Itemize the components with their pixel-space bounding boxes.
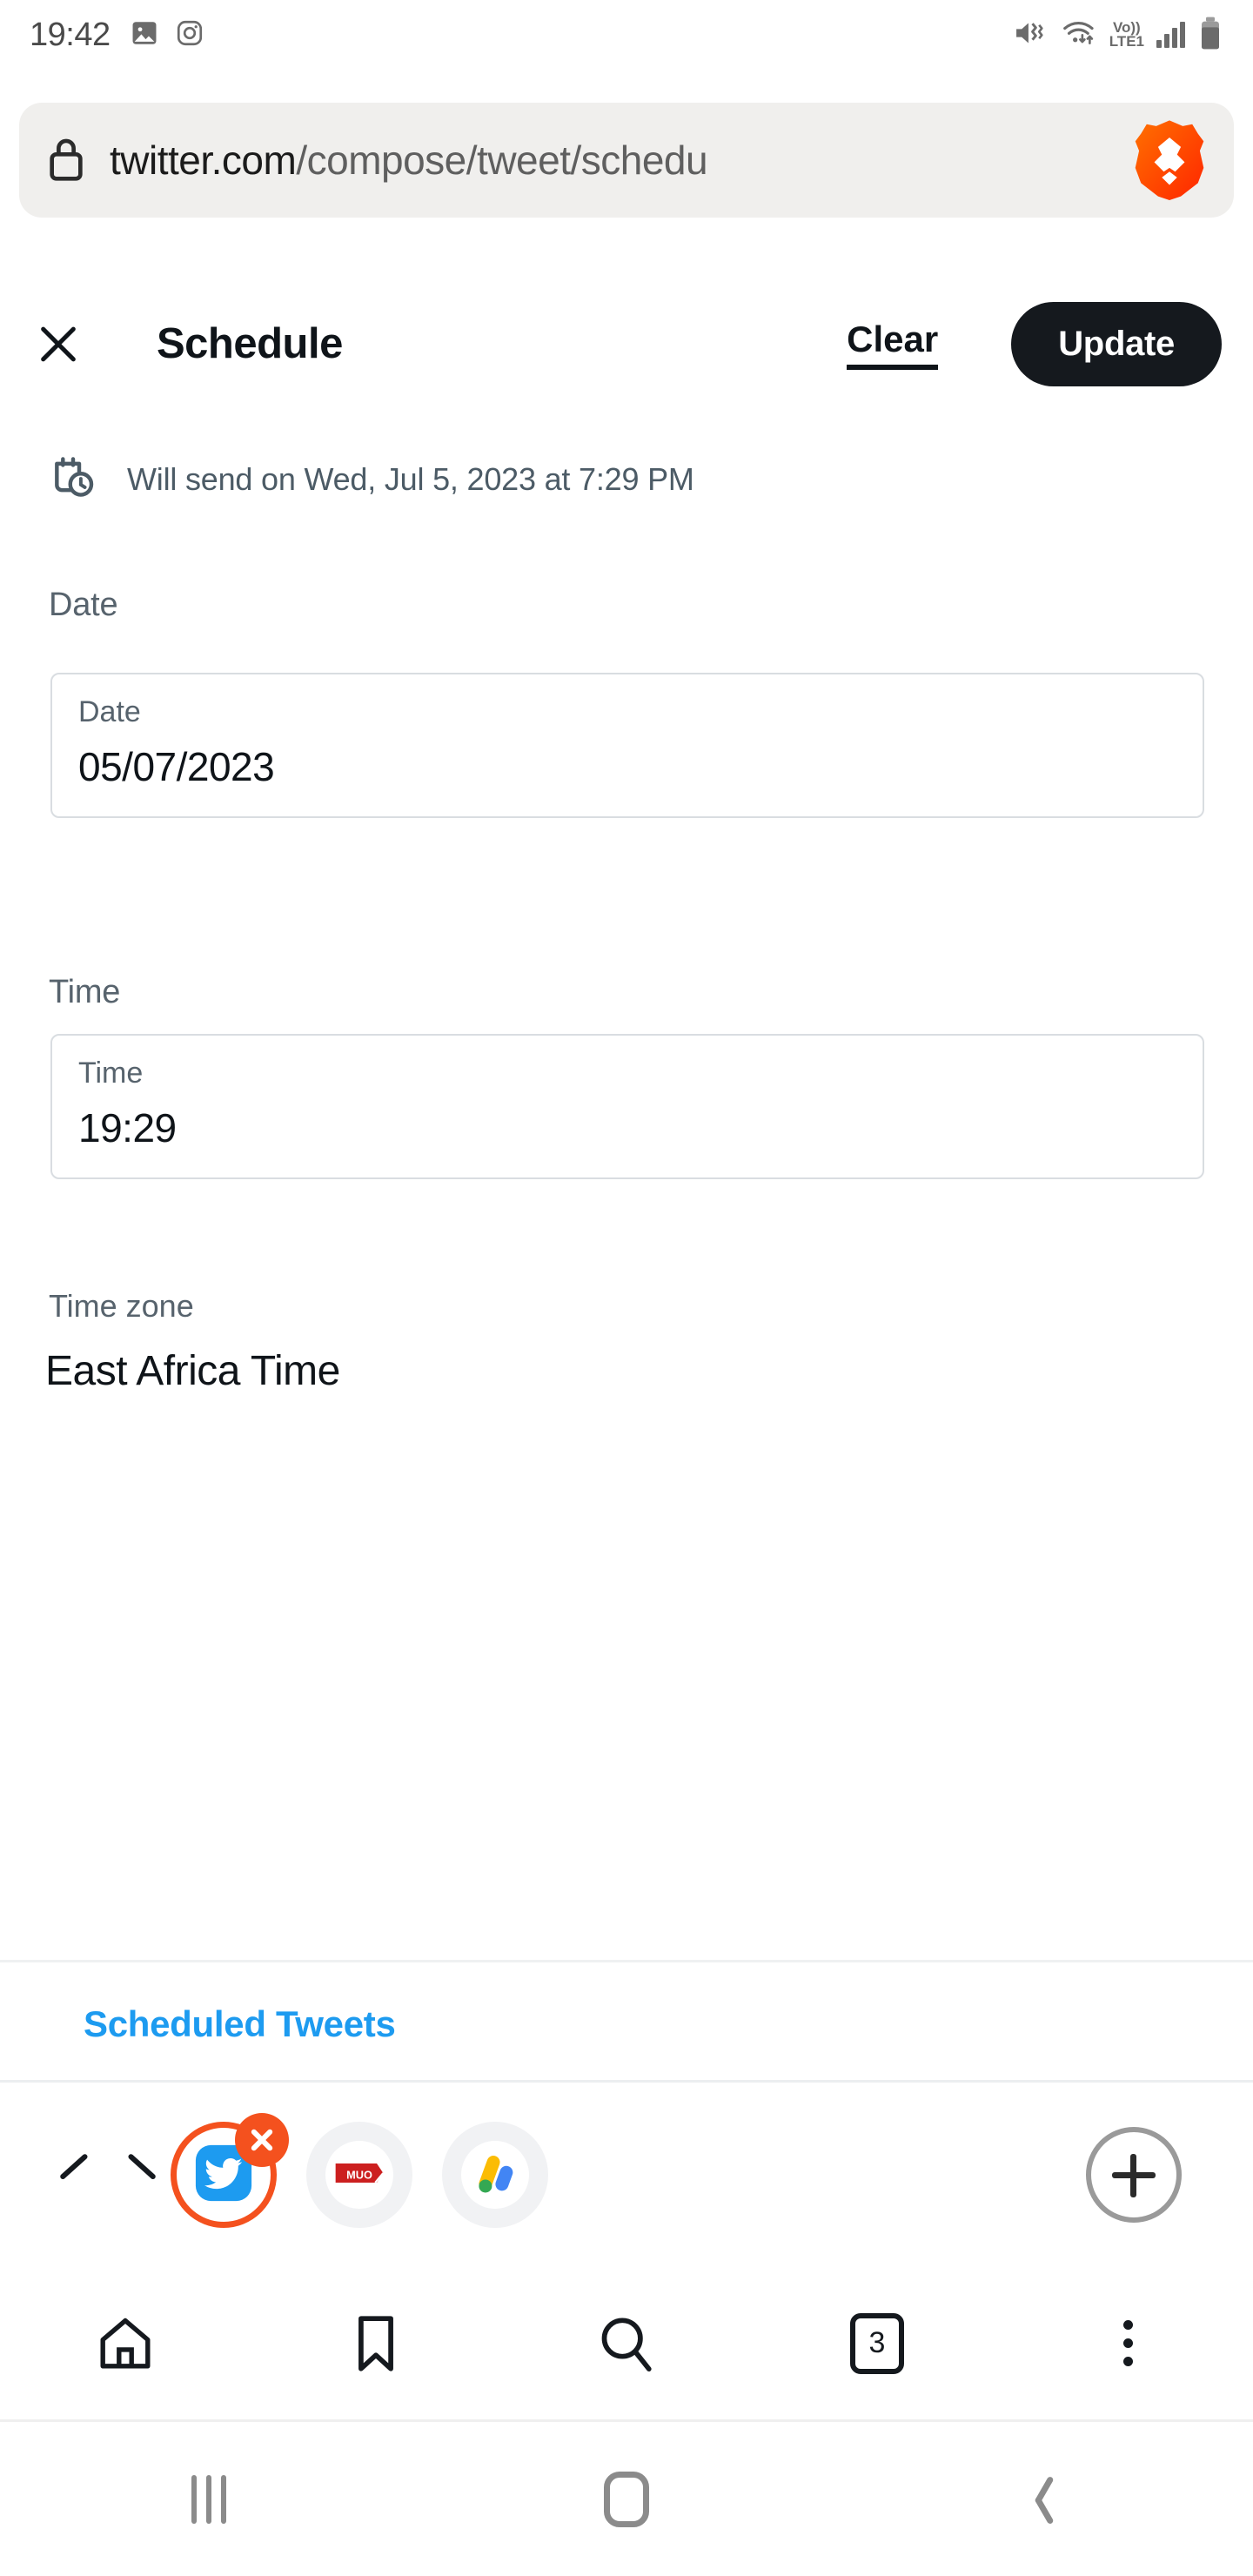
back-icon[interactable] xyxy=(835,2473,1253,2526)
divider xyxy=(0,1960,1253,1962)
wifi-icon xyxy=(1061,18,1097,52)
muo-tab[interactable]: MUO xyxy=(306,2122,412,2228)
time-section-label: Time xyxy=(49,974,121,1010)
recents-icon[interactable] xyxy=(0,2474,418,2524)
twitter-tab[interactable] xyxy=(171,2113,289,2228)
url-text[interactable]: twitter.com/compose/tweet/schedu xyxy=(110,137,1131,184)
page-title: Schedule xyxy=(157,320,343,367)
mute-vibrate-icon xyxy=(1014,18,1049,52)
phone-screen: 19:42 Vo)) LTE1 twitter.com/compose/twee… xyxy=(0,0,1253,2576)
bookmarks-icon[interactable] xyxy=(251,2312,501,2375)
time-input[interactable]: Time 19:29 xyxy=(50,1034,1204,1179)
update-button[interactable]: Update xyxy=(1011,301,1222,386)
url-path: /compose/tweet/schedu xyxy=(296,138,708,183)
tab-close-icon[interactable] xyxy=(235,2113,289,2167)
battery-icon xyxy=(1197,16,1223,55)
more-menu-icon[interactable] xyxy=(1002,2320,1253,2366)
brave-lion-icon[interactable] xyxy=(1131,117,1208,205)
timezone-value: East Africa Time xyxy=(45,1348,340,1394)
google-adsense-icon xyxy=(470,2148,520,2203)
search-icon[interactable] xyxy=(501,2312,752,2375)
muo-logo-icon: MUO xyxy=(332,2154,386,2197)
home-icon[interactable] xyxy=(418,2471,835,2527)
status-bar: 19:42 Vo)) LTE1 xyxy=(0,0,1253,70)
volte-icon: Vo)) LTE1 xyxy=(1109,18,1144,50)
page-header: Schedule Clear Update xyxy=(0,287,1253,400)
date-section-label: Date xyxy=(49,587,118,623)
clear-button[interactable]: Clear xyxy=(847,319,939,370)
date-value: 05/07/2023 xyxy=(78,744,275,789)
instagram-icon xyxy=(175,18,204,52)
image-icon xyxy=(130,18,159,52)
home-icon[interactable] xyxy=(0,2312,251,2375)
tab-counter-value: 3 xyxy=(850,2312,904,2374)
system-nav-bar xyxy=(0,2419,1253,2576)
will-send-text: Will send on Wed, Jul 5, 2023 at 7:29 PM xyxy=(127,460,694,497)
chevron-up-icon[interactable] xyxy=(61,2143,125,2207)
url-bar[interactable]: twitter.com/compose/tweet/schedu xyxy=(19,103,1234,218)
browser-bottom-nav: 3 xyxy=(0,2267,1253,2419)
date-input[interactable]: Date 05/07/2023 xyxy=(50,673,1204,818)
close-icon[interactable] xyxy=(31,317,85,371)
tab-counter-button[interactable]: 3 xyxy=(752,2312,1002,2374)
url-domain: twitter.com xyxy=(110,138,297,183)
timezone-label: Time zone xyxy=(49,1288,194,1324)
will-send-row: Will send on Wed, Jul 5, 2023 at 7:29 PM xyxy=(49,453,694,506)
tab-strip: MUO xyxy=(0,2080,1253,2267)
scheduled-tweets-link[interactable]: Scheduled Tweets xyxy=(84,2003,396,2045)
date-inner-label: Date xyxy=(78,695,141,728)
time-value: 19:29 xyxy=(78,1105,177,1150)
calendar-clock-icon xyxy=(49,453,97,506)
time-inner-label: Time xyxy=(78,1057,144,1090)
svg-text:MUO: MUO xyxy=(346,2168,372,2181)
adsense-tab[interactable] xyxy=(442,2122,548,2228)
signal-bars-icon xyxy=(1156,22,1185,48)
status-time: 19:42 xyxy=(30,16,111,53)
new-tab-button[interactable] xyxy=(1086,2127,1182,2223)
lock-icon xyxy=(45,134,87,187)
